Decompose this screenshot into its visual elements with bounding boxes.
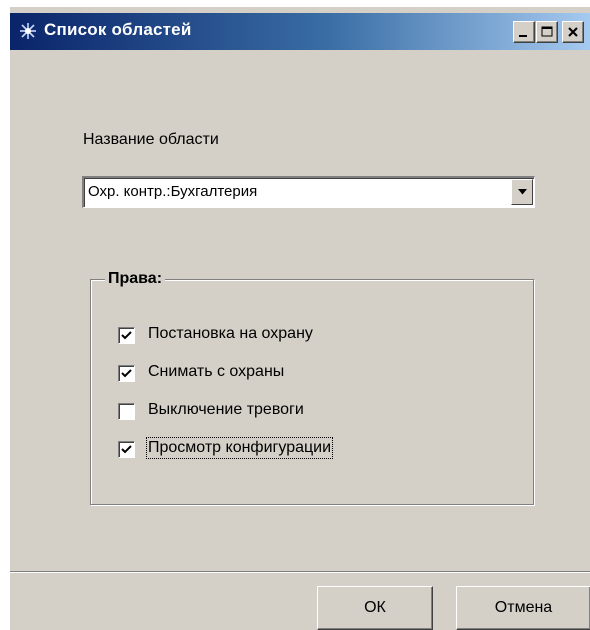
maximize-button[interactable] (536, 21, 558, 43)
checkmark-icon (121, 445, 132, 454)
right-alarm-off-label: Выключение тревоги (148, 401, 304, 418)
rights-legend: Права: (105, 270, 166, 288)
right-arm-checkbox[interactable] (118, 327, 135, 344)
close-icon (568, 27, 578, 37)
cancel-button[interactable]: Отмена (456, 586, 590, 630)
minimize-button[interactable] (513, 21, 535, 43)
star-burst-icon (18, 21, 38, 41)
area-name-label: Название области (83, 131, 219, 148)
footer-separator (10, 571, 590, 573)
rights-groupbox (90, 279, 534, 505)
right-view-config-checkbox[interactable] (118, 441, 135, 458)
area-select-value: Охр. контр.:Бухгалтерия (88, 183, 258, 200)
checkmark-icon (121, 369, 132, 378)
area-select[interactable]: Охр. контр.:Бухгалтерия (82, 176, 535, 208)
right-arm-label: Постановка на охрану (148, 325, 313, 342)
right-disarm-label: Снимать с охраны (148, 363, 285, 380)
close-button[interactable] (562, 21, 584, 43)
right-disarm-checkbox[interactable] (118, 365, 135, 382)
checkmark-icon (121, 331, 132, 340)
right-view-config-label: Просмотр конфигурации (145, 437, 334, 459)
dialog-window: Список областей Название области Охр. ко… (9, 6, 590, 630)
ok-button[interactable]: ОК (317, 586, 433, 630)
window-title: Список областей (44, 20, 192, 39)
right-alarm-off-checkbox[interactable] (118, 403, 135, 420)
chevron-down-icon (518, 189, 527, 195)
dropdown-button[interactable] (511, 179, 533, 205)
title-bar[interactable]: Список областей (10, 13, 590, 50)
maximize-icon (541, 26, 553, 37)
minimize-icon (519, 35, 527, 37)
